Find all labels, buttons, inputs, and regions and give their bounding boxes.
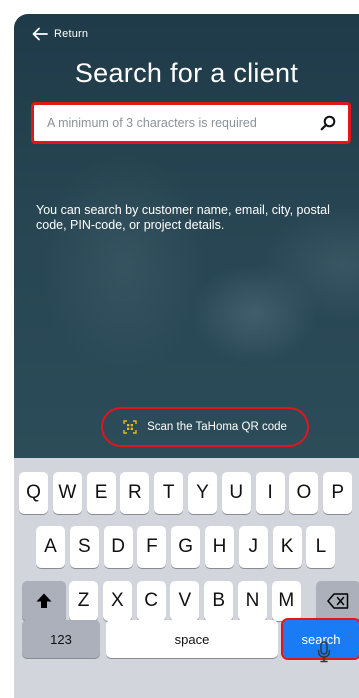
key-m[interactable]: M <box>271 581 301 621</box>
scan-qr-button[interactable]: Scan the TaHoma QR code <box>101 407 309 447</box>
key-y[interactable]: Y <box>188 472 217 514</box>
key-q[interactable]: Q <box>19 472 48 514</box>
return-button[interactable]: Return <box>32 24 88 44</box>
search-screen: Return Search for a client You can searc… <box>14 14 359 458</box>
shift-key[interactable] <box>22 581 66 621</box>
key-r[interactable]: R <box>120 472 150 514</box>
space-key[interactable]: space <box>106 620 278 658</box>
key-c[interactable]: C <box>136 581 166 621</box>
key-p[interactable]: P <box>323 472 353 514</box>
key-v[interactable]: V <box>170 581 200 621</box>
key-g[interactable]: G <box>171 526 201 568</box>
key-j[interactable]: J <box>238 526 268 568</box>
search-help-text: You can search by customer name, email, … <box>36 203 330 232</box>
key-h[interactable]: H <box>205 526 234 568</box>
scan-qr-label: Scan the TaHoma QR code <box>147 421 287 433</box>
search-input[interactable] <box>47 116 320 130</box>
key-b[interactable]: B <box>204 581 234 621</box>
return-label: Return <box>54 28 89 40</box>
qr-scan-icon <box>123 420 137 434</box>
key-s[interactable]: S <box>69 526 99 568</box>
numbers-key[interactable]: 123 <box>22 620 100 658</box>
key-e[interactable]: E <box>86 472 116 514</box>
microphone-icon[interactable] <box>317 641 331 663</box>
phone-screen: Return Search for a client You can searc… <box>0 0 359 698</box>
key-d[interactable]: D <box>103 526 133 568</box>
key-a[interactable]: A <box>36 526 65 568</box>
back-arrow-icon <box>32 27 48 41</box>
key-n[interactable]: N <box>238 581 267 621</box>
key-i[interactable]: I <box>255 472 285 514</box>
key-w[interactable]: W <box>52 472 82 514</box>
backspace-icon <box>327 593 349 609</box>
on-screen-keyboard: QWERTYUIOP ASDFGHJKL ZXCVBNM 123 space s… <box>14 458 359 698</box>
search-icon[interactable] <box>320 115 336 131</box>
backspace-key[interactable] <box>316 581 359 621</box>
key-f[interactable]: F <box>137 526 167 568</box>
key-t[interactable]: T <box>154 472 184 514</box>
key-k[interactable]: K <box>272 526 302 568</box>
key-o[interactable]: O <box>289 472 319 514</box>
shift-icon <box>36 593 52 608</box>
key-z[interactable]: Z <box>69 581 98 621</box>
page-title: Search for a client <box>74 58 299 88</box>
key-x[interactable]: X <box>102 581 132 621</box>
search-field[interactable] <box>31 102 351 144</box>
key-l[interactable]: L <box>306 526 336 568</box>
key-u[interactable]: U <box>221 472 251 514</box>
